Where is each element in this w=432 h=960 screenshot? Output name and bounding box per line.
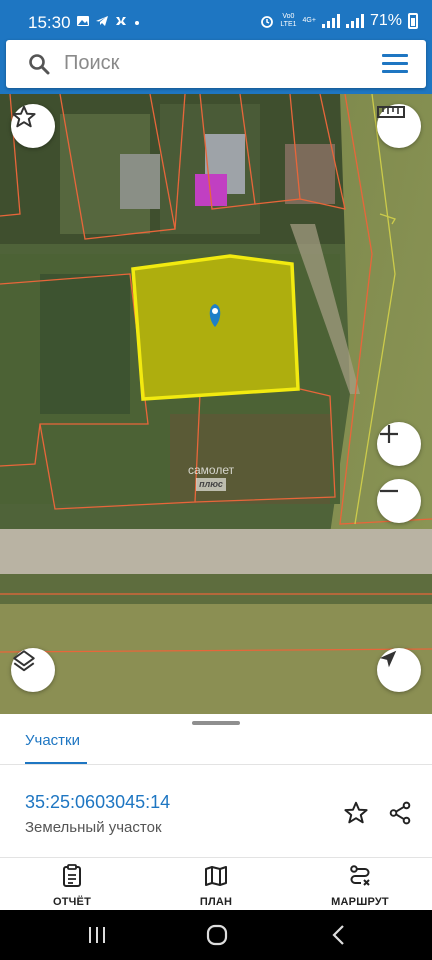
vk-icon — [116, 17, 126, 25]
search-bar[interactable]: Поиск — [6, 40, 426, 88]
tab-parcels[interactable]: Участки — [25, 732, 80, 749]
zoom-out-icon — [380, 489, 398, 493]
report-button[interactable]: ОТЧЁТ — [17, 864, 127, 908]
system-nav-bar — [0, 910, 432, 960]
status-time: 15:30 — [28, 13, 71, 32]
search-input[interactable]: Поиск — [64, 52, 119, 75]
cadastral-number-link[interactable]: 35:25:0603045:14 — [25, 792, 170, 813]
alarm-icon — [261, 16, 274, 28]
house-roof — [120, 154, 160, 209]
favorite-star-icon — [12, 105, 36, 128]
map-view[interactable]: самолет плюс — [0, 94, 432, 714]
battery-percent: 71% — [369, 12, 402, 29]
layers-button[interactable] — [11, 648, 55, 692]
divider — [0, 764, 432, 765]
ruler-button[interactable] — [377, 104, 421, 148]
sheet-drag-handle[interactable] — [192, 721, 240, 725]
home-icon[interactable] — [205, 923, 229, 947]
dot-icon — [135, 21, 139, 25]
plan-label: ПЛАН — [199, 896, 233, 908]
signal-icon-2 — [345, 14, 364, 28]
bottom-sheet: Участки 35:25:0603045:14 Земельный участ… — [0, 714, 432, 910]
locate-arrow-icon — [379, 650, 397, 668]
parcel-type: Земельный участок — [25, 819, 162, 836]
route-button[interactable]: МАРШРУТ — [305, 864, 415, 908]
status-right: Vo0 LTE1 4G+ 71% — [260, 12, 418, 30]
volte-label: Vo0 LTE1 — [280, 13, 297, 28]
plan-button[interactable]: ПЛАН — [161, 864, 271, 908]
report-label: ОТЧЁТ — [52, 896, 92, 908]
search-icon — [29, 54, 50, 75]
telegram-icon — [96, 16, 108, 26]
share-icon — [389, 801, 411, 825]
signal-icon — [321, 14, 340, 28]
ruler-icon — [377, 106, 405, 118]
share-button[interactable] — [387, 800, 413, 831]
house-roof — [285, 144, 335, 204]
network-type: 4G+ — [302, 17, 316, 24]
satellite-map[interactable] — [0, 94, 432, 714]
zoom-in-icon — [380, 425, 398, 443]
layers-icon — [13, 650, 35, 672]
route-label: МАРШРУТ — [331, 896, 389, 908]
back-icon[interactable] — [328, 923, 350, 947]
battery-icon — [408, 13, 418, 29]
recent-apps-icon[interactable] — [86, 923, 108, 947]
image-icon — [77, 16, 89, 26]
locate-button[interactable] — [377, 648, 421, 692]
divider — [0, 857, 432, 858]
hamburger-menu-icon[interactable] — [382, 54, 408, 74]
report-clipboard-icon — [63, 864, 81, 887]
map-watermark: самолет плюс — [188, 463, 235, 491]
selected-parcel[interactable] — [131, 254, 300, 401]
favorite-star-button[interactable] — [11, 104, 55, 148]
zoom-in-button[interactable] — [377, 422, 421, 466]
save-parcel-button[interactable] — [343, 800, 369, 831]
map-plan-icon — [205, 866, 227, 886]
star-icon — [344, 801, 368, 824]
route-icon — [350, 865, 370, 886]
zoom-out-button[interactable] — [377, 479, 421, 523]
